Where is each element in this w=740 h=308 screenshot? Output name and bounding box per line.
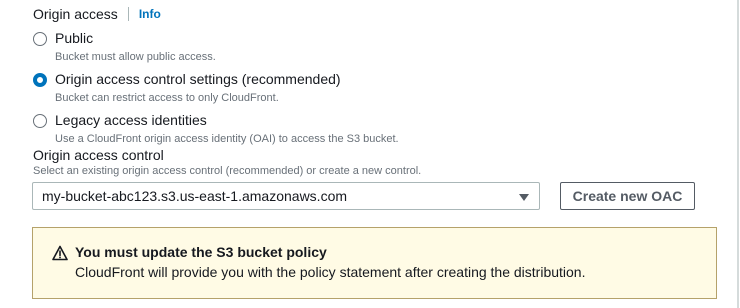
alert-body: CloudFront will provide you with the pol… [75, 264, 586, 280]
alert-title: You must update the S3 bucket policy [75, 244, 327, 260]
radio-legacy[interactable] [33, 114, 47, 128]
radio-oac-description: Bucket can restrict access to only Cloud… [55, 92, 279, 104]
create-new-oac-button[interactable]: Create new OAC [560, 182, 695, 210]
radio-oac-text: Origin access control settings (recommen… [55, 71, 341, 105]
radio-public-description: Bucket must allow public access. [55, 51, 216, 63]
warning-icon [52, 245, 68, 261]
origin-access-heading: Origin access Info [33, 6, 161, 22]
origin-settings-panel: Origin access Info Public Bucket must al… [0, 0, 740, 308]
radio-public[interactable] [33, 32, 47, 46]
radio-option-oac[interactable]: Origin access control settings (recommen… [33, 71, 341, 105]
origin-access-control-select[interactable]: my-bucket-abc123.s3.us-east-1.amazonaws.… [32, 182, 540, 210]
radio-option-public[interactable]: Public Bucket must allow public access. [33, 30, 216, 64]
select-value: my-bucket-abc123.s3.us-east-1.amazonaws.… [42, 188, 348, 204]
panel-divider [737, 0, 739, 308]
caret-down-icon [519, 194, 529, 201]
origin-access-label: Origin access [33, 6, 118, 22]
radio-legacy-label: Legacy access identities [55, 112, 207, 128]
radio-legacy-text: Legacy access identities Use a CloudFron… [55, 112, 399, 146]
origin-access-control-label: Origin access control [33, 147, 164, 163]
origin-access-control-description: Select an existing origin access control… [33, 165, 422, 177]
radio-oac-label: Origin access control settings (recommen… [55, 71, 341, 87]
radio-public-text: Public Bucket must allow public access. [55, 30, 216, 64]
warning-alert: You must update the S3 bucket policy Clo… [32, 227, 717, 299]
radio-legacy-description: Use a CloudFront origin access identity … [55, 133, 399, 145]
info-link[interactable]: Info [139, 7, 161, 21]
radio-public-label: Public [55, 30, 94, 46]
info-divider [127, 7, 129, 21]
radio-option-legacy[interactable]: Legacy access identities Use a CloudFron… [33, 112, 399, 146]
radio-oac[interactable] [33, 73, 47, 87]
